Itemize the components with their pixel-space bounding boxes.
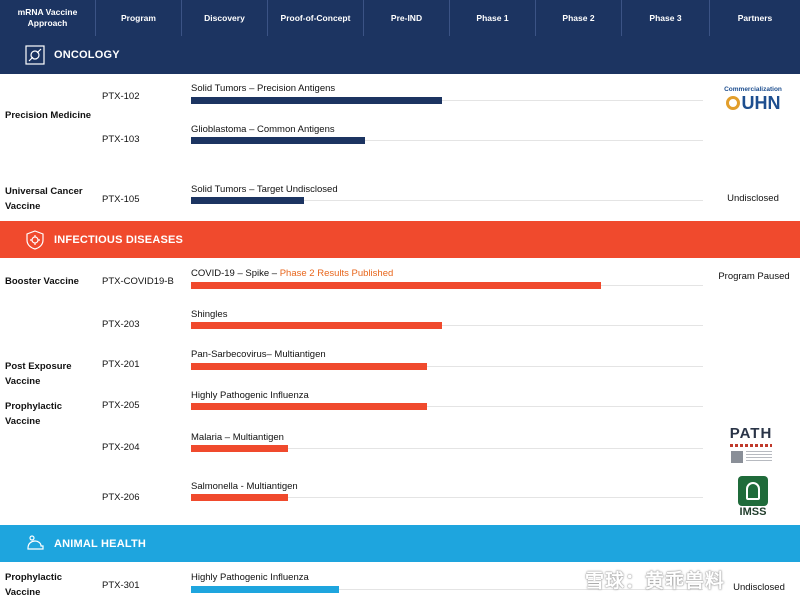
pipeline-header: mRNA Vaccine Approach Program Discovery … (0, 0, 800, 36)
program-title: COVID-19 – Spike – Phase 2 Results Publi… (191, 268, 393, 279)
program-title: Salmonella - Multiantigen (191, 481, 298, 492)
category-booster: Booster Vaccine (5, 276, 79, 287)
partner-program-paused: Program Paused (718, 271, 790, 282)
progress-bar (191, 322, 442, 329)
category-prophylactic: Prophylactic Vaccine (5, 401, 63, 427)
program-title: Pan-Sarbecovirus– Multiantigen (191, 349, 326, 360)
watermark-text: 雪球：黄乖兽料 (585, 571, 726, 592)
program-id: PTX-206 (102, 492, 140, 503)
phase2-highlight: Phase 2 Results Published (279, 268, 394, 279)
col-poc: Proof-of-Concept (268, 0, 364, 36)
path-partner-lines-icon (745, 451, 772, 463)
progress-bar (191, 494, 288, 501)
col-preind: Pre-IND (364, 0, 450, 36)
program-id: PTX-201 (102, 359, 140, 370)
program-id: PTX-102 (102, 91, 140, 102)
section-oncology: ONCOLOGY (0, 36, 800, 74)
program-id: PTX-204 (102, 442, 140, 453)
program-id: PTX-105 (102, 194, 140, 205)
col-phase3: Phase 3 (622, 0, 710, 36)
progress-bar (191, 137, 365, 144)
partner-undisclosed-animal: Undisclosed (733, 582, 785, 593)
program-title: Solid Tumors – Target Undisclosed (191, 184, 338, 195)
imss-logo-text: IMSS (739, 506, 767, 518)
program-title: Solid Tumors – Precision Antigens (191, 83, 336, 94)
col-phase1: Phase 1 (450, 0, 536, 36)
col-program: Program (96, 0, 182, 36)
progress-bar (191, 197, 304, 204)
uhn-logo-caption: Commercialization (724, 86, 782, 93)
progress-bar (191, 403, 427, 410)
progress-bar (191, 363, 427, 370)
oncology-icon (24, 44, 46, 66)
program-id: PTX-203 (102, 319, 140, 330)
progress-bar (191, 97, 442, 104)
section-label: ONCOLOGY (54, 49, 120, 61)
progress-bar (191, 586, 339, 593)
program-title: Malaria – Multiantigen (191, 432, 284, 443)
program-id: PTX-COVID19-B (102, 276, 174, 287)
section-infectious-diseases: INFECTIOUS DISEASES (0, 221, 800, 258)
program-title: Shingles (191, 309, 228, 320)
virus-shield-icon (24, 229, 46, 251)
col-partners: Partners (737, 12, 773, 23)
section-label: INFECTIOUS DISEASES (54, 233, 184, 246)
program-id: PTX-103 (102, 134, 140, 145)
col-discovery: Discovery (182, 0, 268, 36)
program-title: Highly Pathogenic Influenza (191, 572, 309, 583)
imss-emblem-icon (738, 476, 768, 506)
category-prophylactic-animal: Prophylactic Vaccine (5, 572, 63, 598)
category-post-exposure: Post Exposure Vaccine (5, 361, 72, 387)
path-logo-text: PATH (729, 425, 773, 442)
section-label: ANIMAL HEALTH (54, 537, 147, 550)
imss-logo: IMSS (736, 476, 770, 518)
partner-undisclosed: Undisclosed (727, 193, 779, 204)
category-universal-cancer: Universal Cancer Vaccine (5, 186, 83, 212)
path-tagline-icon (730, 444, 772, 447)
uhn-logo: Commercialization UHN (720, 86, 786, 113)
animal-icon (24, 533, 46, 555)
uhn-emblem-icon (725, 96, 740, 110)
category-precision-medicine: Precision Medicine (5, 110, 92, 121)
program-title-text: COVID-19 – Spike – (191, 268, 280, 279)
progress-bar (191, 282, 601, 289)
program-title: Glioblastoma – Common Antigens (191, 124, 335, 135)
section-animal-health: ANIMAL HEALTH (0, 525, 800, 562)
path-partner-emblem-icon (730, 451, 743, 463)
uhn-logo-text: UHN (741, 93, 781, 113)
col-phase2: Phase 2 (536, 0, 622, 36)
program-id: PTX-205 (102, 400, 140, 411)
program-id: PTX-301 (102, 580, 140, 591)
col-approach: mRNA Vaccine Approach (0, 0, 96, 36)
path-logo: PATH (724, 426, 778, 463)
progress-bar (191, 445, 288, 452)
program-title: Highly Pathogenic Influenza (191, 390, 309, 401)
